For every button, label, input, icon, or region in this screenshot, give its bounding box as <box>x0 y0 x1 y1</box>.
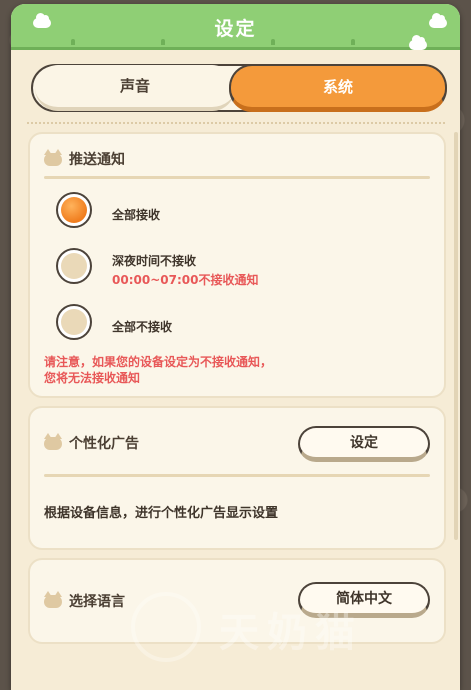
radio-dot <box>61 197 87 223</box>
option-label-receive-none: 全部不接收 <box>112 320 173 334</box>
radio-receive-none[interactable] <box>56 304 92 340</box>
radio-receive-all[interactable] <box>56 192 92 228</box>
tab-bar: 声音 系统 <box>31 64 447 112</box>
option-label-receive-all: 全部接收 <box>112 208 161 222</box>
watermark-logo-icon <box>131 592 201 662</box>
notification-note-line1: 请注意，如果您的设备设定为不接收通知， <box>44 355 273 369</box>
settings-dialog: 设定 声音 系统 推送通知 全部接收 深夜时间不接收 00:00~07:00不接… <box>11 4 460 690</box>
radio-dot <box>61 253 87 279</box>
ads-settings-button[interactable]: 设定 <box>298 426 430 462</box>
tab-system[interactable]: 系统 <box>229 64 447 112</box>
section-divider <box>44 474 430 477</box>
language-section-header: 选择语言 <box>44 590 125 612</box>
tab-sound[interactable]: 声音 <box>35 65 235 111</box>
notification-section-header: 推送通知 <box>44 148 125 170</box>
notification-section-title: 推送通知 <box>69 152 125 168</box>
ads-description: 根据设备信息，进行个性化广告显示设置 <box>44 506 279 521</box>
ads-card: 个性化广告 设定 根据设备信息，进行个性化广告显示设置 <box>28 406 446 550</box>
option-label-no-night: 深夜时间不接收 <box>112 254 197 268</box>
watermark: 天奶猫 <box>131 592 460 662</box>
radio-dot <box>61 309 87 335</box>
divider <box>27 122 445 125</box>
page-title: 设定 <box>214 18 257 40</box>
notification-note-line2: 您将无法接收通知 <box>44 371 141 385</box>
option-sub-no-night: 00:00~07:00不接收通知 <box>112 273 259 287</box>
cat-head-icon <box>44 432 62 450</box>
cat-head-icon <box>44 148 62 166</box>
notification-card: 推送通知 全部接收 深夜时间不接收 00:00~07:00不接收通知 全部不接收… <box>28 132 446 398</box>
section-divider <box>44 176 430 179</box>
language-section-title: 选择语言 <box>69 594 125 610</box>
radio-no-night[interactable] <box>56 248 92 284</box>
scrollbar[interactable] <box>454 132 458 540</box>
ads-section-title: 个性化广告 <box>69 436 139 452</box>
watermark-text: 天奶猫 <box>219 610 363 656</box>
cat-head-icon <box>44 590 62 608</box>
dialog-header: 设定 <box>11 4 460 50</box>
ads-section-header: 个性化广告 <box>44 432 139 454</box>
cloud-icon <box>409 35 427 50</box>
